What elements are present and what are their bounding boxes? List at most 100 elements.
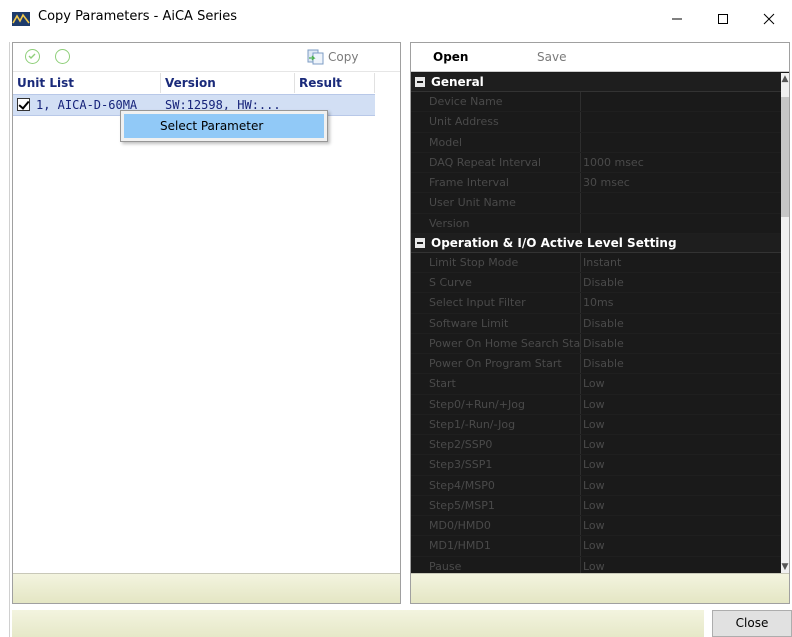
minimize-button[interactable]: [654, 0, 700, 38]
maximize-icon: [718, 14, 728, 24]
property-name: Step3/SSP1: [411, 455, 581, 475]
vertical-scrollbar[interactable]: ▲ ▼: [781, 73, 789, 573]
close-icon: [763, 13, 775, 25]
property-row[interactable]: Select Input Filter 10ms: [411, 293, 781, 314]
scrollbar-thumb[interactable]: [781, 97, 789, 217]
property-value: [581, 133, 781, 152]
save-button[interactable]: Save: [537, 50, 566, 64]
uncheck-all-button[interactable]: [55, 49, 70, 64]
column-header-result[interactable]: Result: [295, 73, 375, 93]
property-value: [581, 112, 781, 131]
property-name: Step0/+Run/+Jog: [411, 394, 581, 414]
property-value: Disable: [583, 357, 624, 370]
property-grid: General Device Name Unit Address Model D…: [411, 73, 781, 573]
property-row[interactable]: MD0/HMD0 Low: [411, 516, 781, 537]
property-row[interactable]: DAQ Repeat Interval 1000 msec: [411, 152, 781, 173]
scroll-up-icon[interactable]: ▲: [781, 73, 789, 85]
property-value: 10ms: [583, 296, 614, 310]
scroll-down-icon[interactable]: ▼: [781, 561, 789, 573]
property-row[interactable]: Version: [411, 213, 781, 234]
property-name: Step2/SSP0: [411, 435, 581, 455]
copy-button[interactable]: Copy: [307, 48, 358, 66]
property-row[interactable]: Start Low: [411, 374, 781, 395]
category-general[interactable]: General: [411, 73, 781, 92]
property-name: Software Limit: [411, 313, 581, 333]
property-name: Model: [411, 132, 581, 152]
property-row[interactable]: MD1/HMD1 Low: [411, 536, 781, 557]
property-value: Low: [583, 559, 605, 573]
title-bar: Copy Parameters - AiCA Series: [0, 0, 792, 38]
menu-item-select-parameter[interactable]: Select Parameter: [124, 114, 324, 138]
property-value: Low: [583, 498, 605, 512]
property-row[interactable]: Limit Stop Mode Instant: [411, 252, 781, 273]
property-name: Power On Home Search Sta: [411, 333, 581, 353]
property-row[interactable]: Pause Low: [411, 556, 781, 573]
close-button[interactable]: Close: [712, 610, 792, 637]
open-button[interactable]: Open: [433, 50, 468, 64]
column-header-unit-list[interactable]: Unit List: [13, 73, 161, 93]
property-row[interactable]: User Unit Name: [411, 193, 781, 214]
property-row[interactable]: Power On Program Start Disable: [411, 354, 781, 375]
property-row[interactable]: S Curve Disable: [411, 273, 781, 294]
unit-list-toolbar: Copy: [13, 43, 400, 72]
property-row[interactable]: Model: [411, 132, 781, 153]
property-value: Disable: [583, 316, 624, 330]
context-menu: Select Parameter: [120, 110, 328, 142]
property-name: Select Input Filter: [411, 293, 581, 313]
close-window-button[interactable]: [746, 0, 792, 38]
property-name: Device Name: [411, 92, 581, 112]
property-value: Low: [583, 478, 605, 492]
property-value: Disable: [583, 336, 624, 350]
property-row[interactable]: Software Limit Disable: [411, 313, 781, 334]
property-name: Frame Interval: [411, 173, 581, 193]
property-name: MD0/HMD0: [411, 516, 581, 536]
right-status-bar: [411, 573, 789, 603]
property-name: Power On Program Start: [411, 354, 581, 374]
category-label: General: [431, 75, 484, 89]
property-value: Low: [583, 438, 605, 451]
property-value: Low: [583, 417, 605, 431]
property-value: Low: [583, 519, 605, 532]
copy-label: Copy: [328, 50, 359, 64]
property-name: User Unit Name: [411, 193, 581, 213]
app-logo-icon: [12, 12, 30, 26]
property-value: [581, 92, 781, 111]
property-value: [581, 214, 781, 233]
property-name: Pause: [411, 556, 581, 573]
property-name: DAQ Repeat Interval: [411, 152, 581, 172]
property-name: Start: [411, 374, 581, 394]
property-value: 30 msec: [583, 176, 630, 189]
property-row[interactable]: Device Name: [411, 92, 781, 113]
checkmark-icon: [28, 53, 36, 59]
collapse-icon[interactable]: [415, 77, 425, 87]
property-name: Step5/MSP1: [411, 495, 581, 515]
property-row[interactable]: Step2/SSP0 Low: [411, 435, 781, 456]
category-label: Operation & I/O Active Level Setting: [431, 235, 677, 250]
window-title: Copy Parameters - AiCA Series: [38, 9, 238, 24]
property-row[interactable]: Step3/SSP1 Low: [411, 455, 781, 476]
property-row[interactable]: Power On Home Search Sta Disable: [411, 333, 781, 354]
collapse-icon[interactable]: [415, 237, 425, 248]
property-value: Instant: [583, 255, 622, 269]
property-name: Limit Stop Mode: [411, 252, 581, 272]
property-row[interactable]: Step4/MSP0 Low: [411, 475, 781, 496]
maximize-button[interactable]: [700, 0, 746, 38]
column-header-version[interactable]: Version: [161, 73, 295, 93]
parameter-toolbar: Open Save: [411, 43, 789, 72]
property-row[interactable]: Step1/-Run/-Jog Low: [411, 414, 781, 435]
property-value: Low: [583, 377, 605, 391]
copy-icon: [307, 49, 324, 65]
category-operation-io[interactable]: Operation & I/O Active Level Setting: [411, 233, 781, 253]
minimize-icon: [672, 18, 682, 20]
property-row[interactable]: Step0/+Run/+Jog Low: [411, 394, 781, 415]
property-value: [581, 193, 781, 212]
unit-checkbox[interactable]: [17, 98, 30, 111]
property-row[interactable]: Step5/MSP1 Low: [411, 495, 781, 516]
parameter-panel: Open Save General Device Name Unit Addre…: [410, 42, 790, 604]
property-row[interactable]: Frame Interval 30 msec: [411, 173, 781, 194]
unit-grid-header: Unit List Version Result: [13, 73, 375, 93]
property-row[interactable]: Unit Address: [411, 112, 781, 133]
check-all-button[interactable]: [25, 49, 40, 64]
property-name: Unit Address: [411, 112, 581, 132]
property-name: Step1/-Run/-Jog: [411, 414, 581, 434]
